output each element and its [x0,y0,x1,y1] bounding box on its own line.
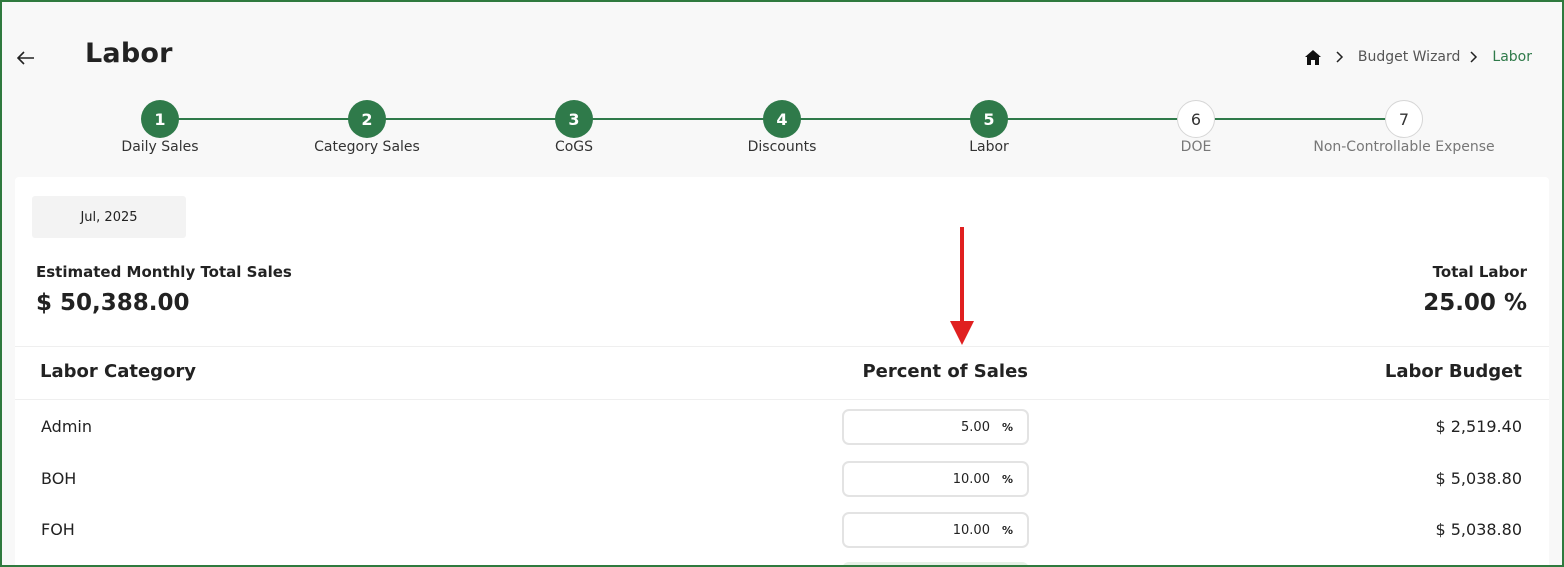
column-header-budget: Labor Budget [1384,361,1522,382]
divider [15,346,1549,347]
step-number: 6 [1177,100,1215,138]
breadcrumb-current: Labor [1492,49,1532,65]
step-number: 5 [970,100,1008,138]
annotation-arrow-icon [950,227,974,345]
row-budget: $ 5,038.80 [1435,469,1522,488]
table-row: Admin % $ 2,519.40 [15,401,1549,453]
percent-input-box[interactable]: % [842,409,1029,445]
step-non-controllable-expense[interactable]: 7 Non-Controllable Expense [1304,100,1504,155]
column-header-category: Labor Category [40,361,197,382]
step-label: Daily Sales [121,139,199,155]
table-row: FOH % $ 5,038.80 [15,504,1549,556]
labor-budget-card: Jul, 2025 Estimated Monthly Total Sales … [15,177,1549,567]
wizard-stepper: 1 Daily Sales 2 Category Sales 3 CoGS 4 … [0,100,1564,160]
step-number: 1 [141,100,179,138]
percent-input-box[interactable]: % [842,512,1029,548]
step-category-sales[interactable]: 2 Category Sales [267,100,467,155]
step-label: Labor [969,139,1009,155]
row-category: Admin [41,417,92,436]
step-daily-sales[interactable]: 1 Daily Sales [60,100,260,155]
step-label: CoGS [554,139,594,155]
breadcrumb: Budget Wizard Labor [1304,46,1532,68]
column-header-percent: Percent of Sales [862,361,1028,382]
chevron-right-icon [1336,51,1344,63]
step-number: 2 [348,100,386,138]
step-label: Non-Controllable Expense [1313,139,1495,155]
step-doe[interactable]: 6 DOE [1096,100,1296,155]
row-budget: $ 5,038.80 [1435,520,1522,539]
percent-input[interactable] [869,419,990,435]
breadcrumb-budget-wizard[interactable]: Budget Wizard [1358,49,1461,65]
percent-unit: % [1001,420,1013,434]
month-selector[interactable]: Jul, 2025 [32,196,186,238]
breadcrumb-home[interactable] [1304,49,1322,66]
percent-unit: % [1001,523,1013,537]
percent-input[interactable] [869,522,990,538]
step-number: 7 [1385,100,1423,138]
total-labor-value: 25.00 % [1423,290,1527,316]
estimated-sales-label: Estimated Monthly Total Sales [36,263,292,281]
step-labor[interactable]: 5 Labor [889,100,1089,155]
table-row: BOH % $ 5,038.80 [15,453,1549,505]
row-category: BOH [41,469,77,488]
row-category: FOH [41,520,75,539]
row-budget: $ 2,519.40 [1435,417,1522,436]
partially-visible-input[interactable] [842,562,1029,567]
percent-input[interactable] [869,471,990,487]
step-discounts[interactable]: 4 Discounts [682,100,882,155]
chevron-right-icon [1470,51,1478,63]
home-icon [1304,49,1321,65]
step-label: Category Sales [314,139,420,155]
total-labor-label: Total Labor [1432,263,1527,281]
back-button[interactable] [14,46,38,70]
step-cogs[interactable]: 3 CoGS [474,100,674,155]
page-title: Labor [85,38,173,69]
step-label: Discounts [747,139,817,155]
step-number: 4 [763,100,801,138]
percent-input-box[interactable]: % [842,461,1029,497]
divider [15,399,1549,400]
step-number: 3 [555,100,593,138]
estimated-sales-value: $ 50,388.00 [36,290,190,316]
arrow-left-icon [17,51,34,65]
step-label: DOE [1180,139,1212,155]
percent-unit: % [1001,472,1013,486]
